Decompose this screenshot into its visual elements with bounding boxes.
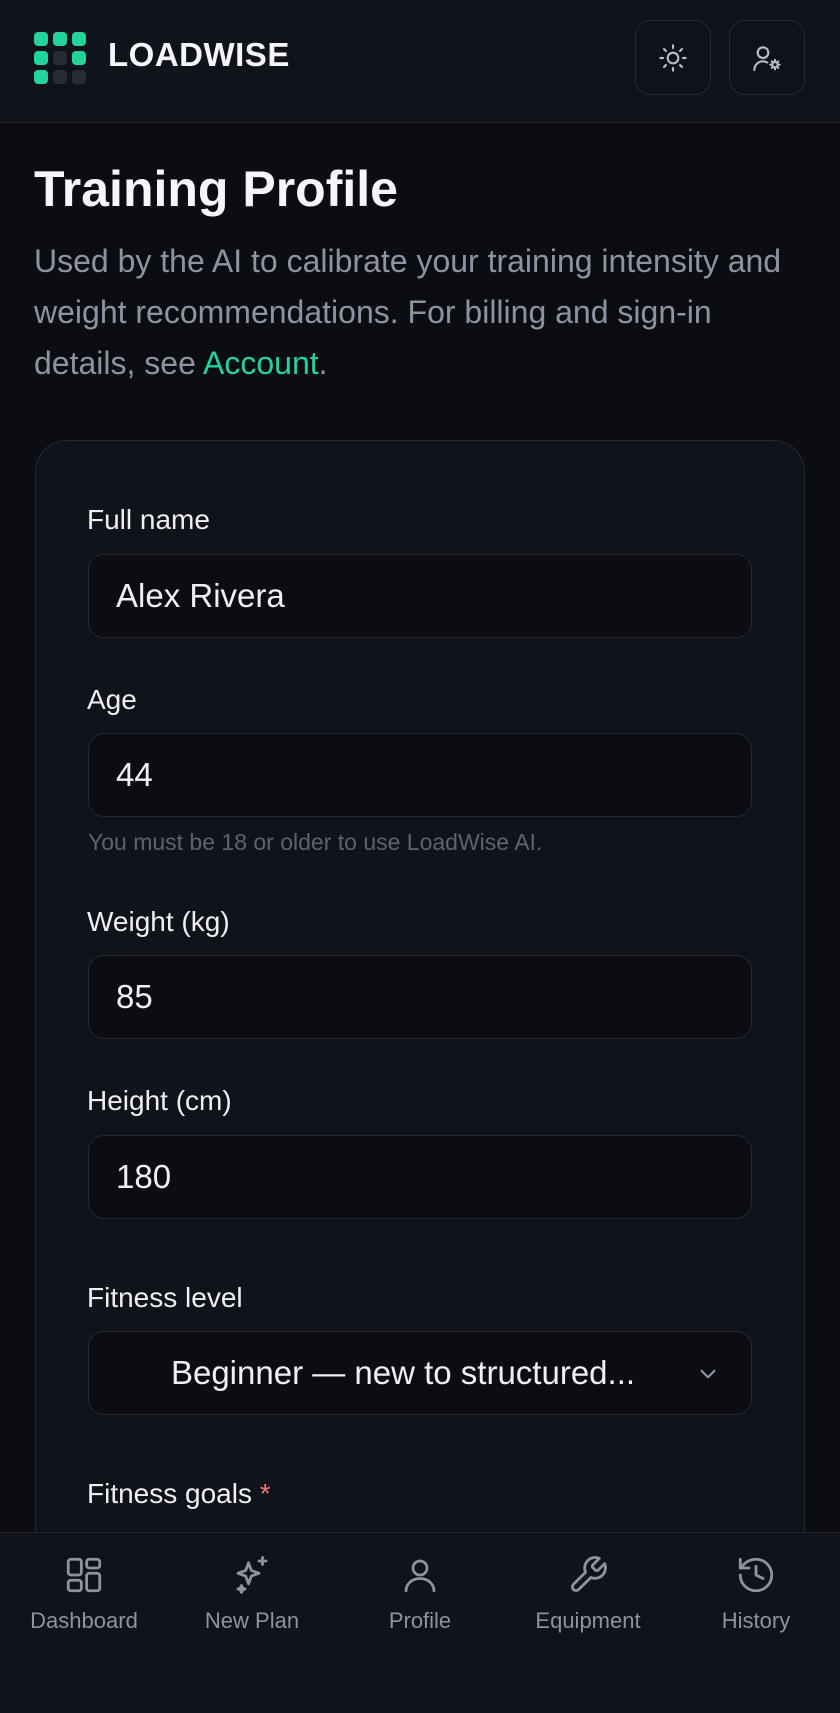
nav-item-equipment[interactable]: Equipment bbox=[504, 1551, 672, 1651]
fitness-level-label: Fitness level bbox=[87, 1282, 243, 1313]
account-settings-button[interactable] bbox=[729, 20, 805, 95]
theme-toggle-button[interactable] bbox=[635, 20, 711, 95]
age-label: Age bbox=[87, 684, 137, 715]
height-label: Height (cm) bbox=[87, 1085, 232, 1116]
nav-label-equipment: Equipment bbox=[535, 1608, 641, 1633]
nav-item-new-plan[interactable]: New Plan bbox=[168, 1551, 336, 1651]
bottom-navigation: Dashboard New Plan Profile Equipment His… bbox=[0, 1532, 840, 1713]
subtitle-text: Used by the AI to calibrate your trainin… bbox=[34, 243, 782, 381]
nav-label-profile: Profile bbox=[388, 1608, 452, 1633]
required-asterisk: * bbox=[259, 1478, 271, 1509]
nav-label-new-plan: New Plan bbox=[204, 1608, 300, 1633]
nav-label-history: History bbox=[721, 1608, 791, 1633]
weight-input[interactable] bbox=[88, 955, 752, 1039]
fitness-level-select[interactable]: Beginner — new to structured... bbox=[88, 1331, 752, 1415]
fitness-goals-label: Fitness goals * bbox=[87, 1478, 271, 1510]
height-input[interactable] bbox=[88, 1135, 752, 1219]
subtitle-period: . bbox=[318, 345, 328, 381]
weight-label: Weight (kg) bbox=[87, 906, 230, 937]
nav-label-dashboard: Dashboard bbox=[30, 1608, 138, 1633]
nav-item-dashboard[interactable]: Dashboard bbox=[0, 1551, 168, 1651]
full-name-input[interactable] bbox=[88, 554, 752, 638]
nav-item-profile[interactable]: Profile bbox=[336, 1551, 504, 1651]
sun-icon bbox=[659, 43, 687, 72]
chevron-down-icon bbox=[700, 1369, 716, 1379]
page-subtitle: Used by the AI to calibrate your trainin… bbox=[34, 236, 814, 389]
fitness-level-value: Beginner — new to structured... bbox=[170, 1354, 636, 1391]
dashboard-grid-icon bbox=[66, 1557, 102, 1593]
age-input[interactable] bbox=[88, 733, 752, 817]
account-link[interactable]: Account bbox=[203, 345, 319, 381]
wrench-icon bbox=[571, 1556, 607, 1592]
top-bar: LOADWISE bbox=[0, 0, 840, 123]
nav-item-history[interactable]: History bbox=[672, 1551, 840, 1651]
sparkles-icon bbox=[236, 1556, 268, 1594]
user-icon bbox=[404, 1559, 436, 1593]
user-gear-icon bbox=[753, 45, 781, 71]
full-name-label: Full name bbox=[87, 504, 210, 535]
age-hint: You must be 18 or older to use LoadWise … bbox=[88, 829, 543, 855]
fitness-goals-label-text: Fitness goals bbox=[87, 1478, 252, 1509]
brand-name: LOADWISE bbox=[108, 36, 290, 73]
logo-icon bbox=[34, 32, 86, 84]
page-title: Training Profile bbox=[34, 161, 398, 217]
history-icon bbox=[738, 1557, 774, 1593]
